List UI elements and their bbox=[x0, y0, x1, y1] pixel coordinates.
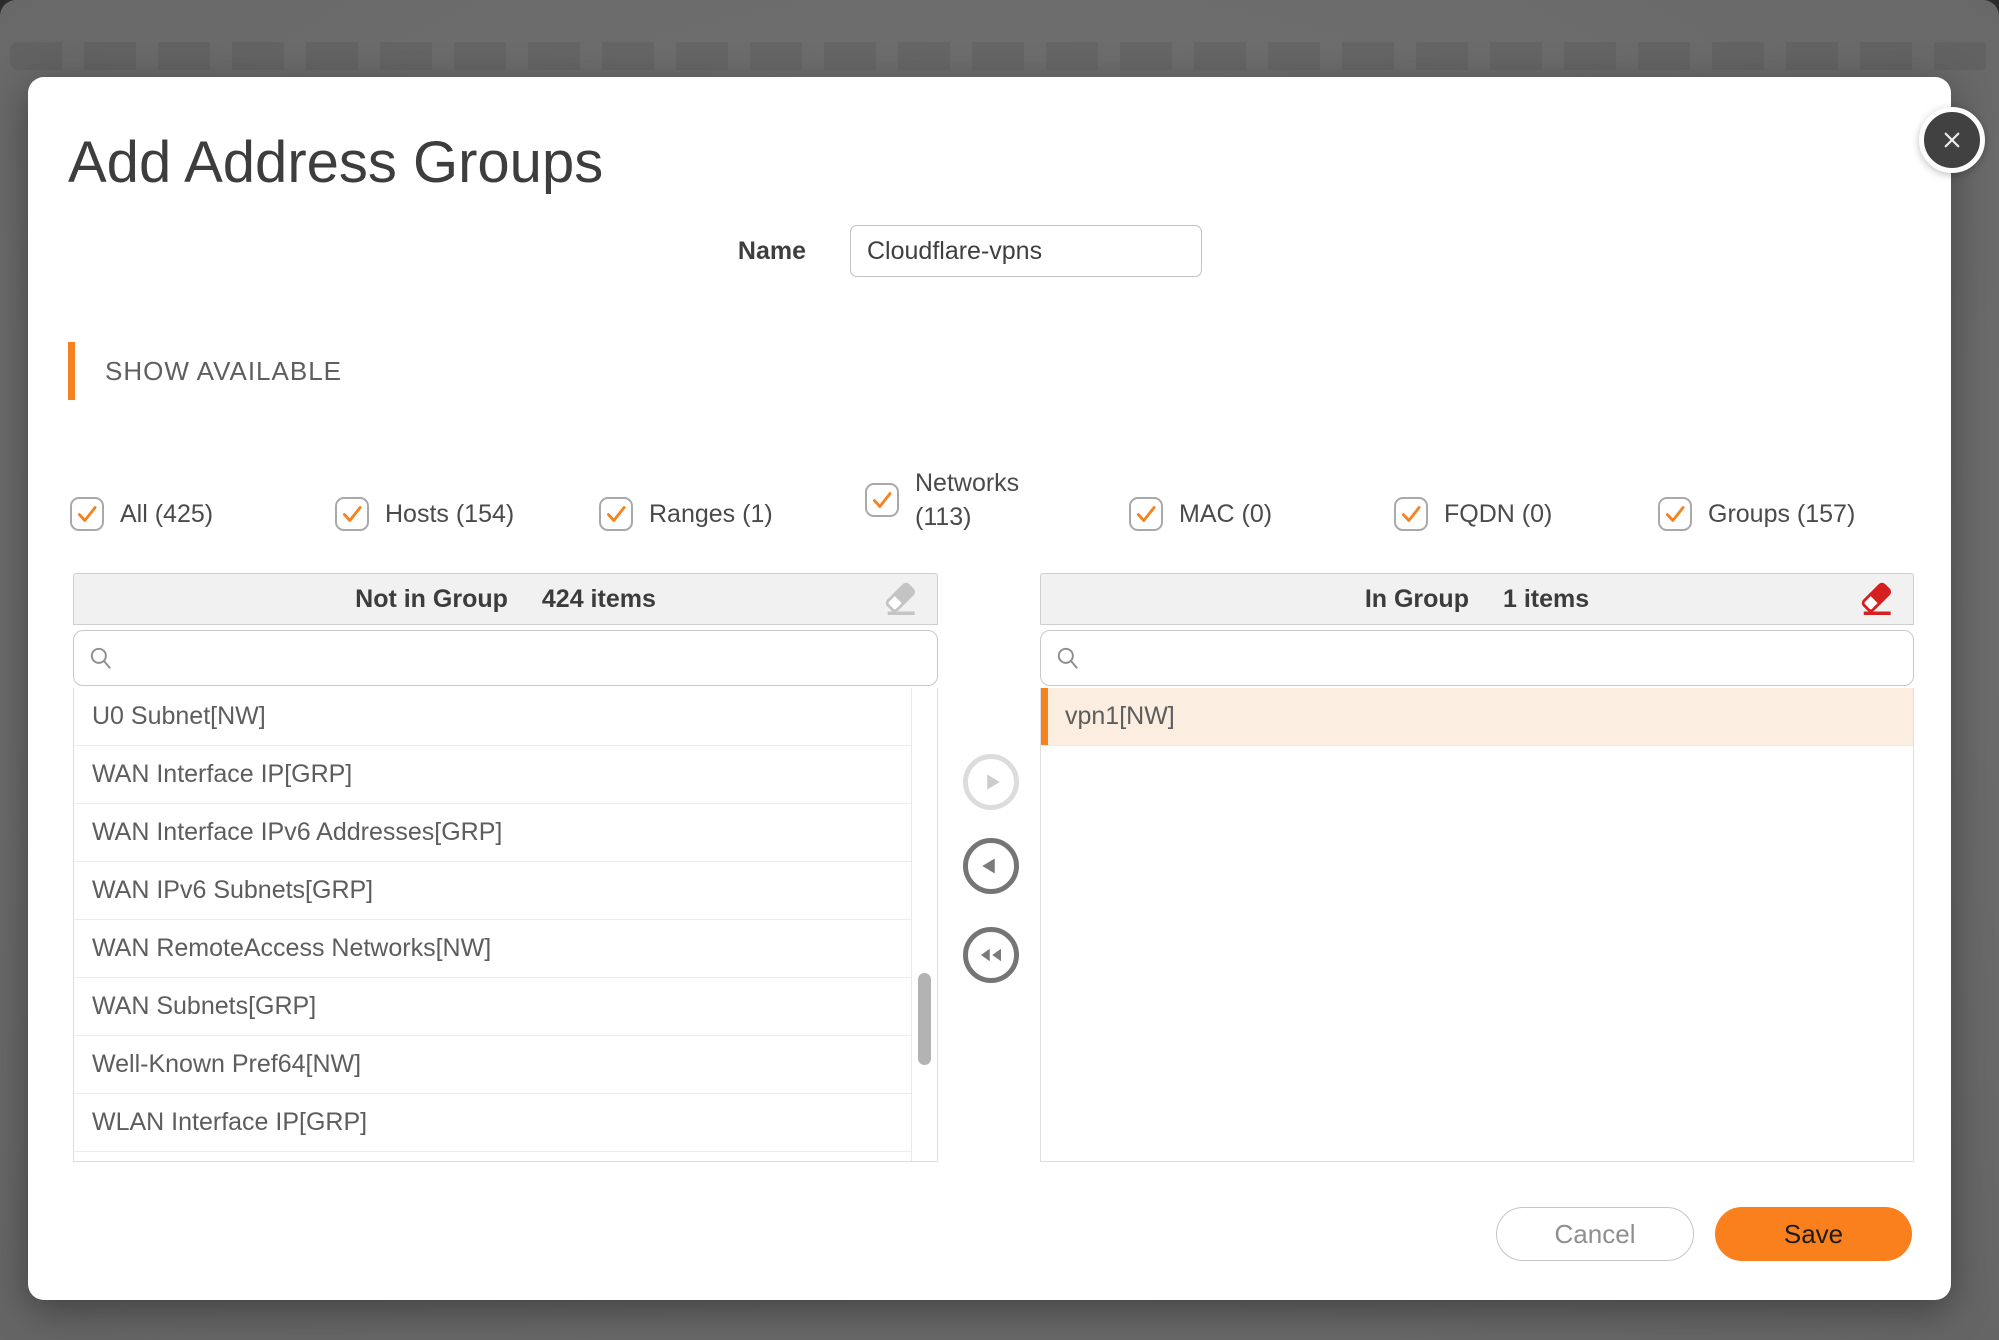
list-item-label: WAN RemoteAccess Networks[NW] bbox=[92, 934, 491, 963]
list-item-label: WAN Interface IP[GRP] bbox=[92, 760, 352, 789]
panel-item-count: 1 items bbox=[1503, 585, 1589, 614]
checkbox-checked-icon[interactable] bbox=[1658, 497, 1692, 531]
search-icon bbox=[88, 645, 114, 671]
list-item-label: vpn1[NW] bbox=[1065, 702, 1175, 731]
name-label: Name bbox=[706, 237, 806, 266]
in-group-search bbox=[1040, 630, 1914, 686]
in-group-item[interactable]: vpn1[NW] bbox=[1041, 688, 1913, 746]
cancel-button-label: Cancel bbox=[1555, 1219, 1636, 1250]
list-item[interactable]: WAN IPv6 Subnets[GRP] bbox=[74, 862, 911, 920]
move-left-button[interactable] bbox=[963, 838, 1019, 894]
filter-checkbox-item[interactable]: Groups (157) bbox=[1658, 452, 1855, 576]
move-all-left-button[interactable] bbox=[963, 927, 1019, 983]
filter-checkbox-item[interactable]: MAC (0) bbox=[1129, 452, 1272, 576]
filter-label: Groups (157) bbox=[1708, 500, 1855, 529]
filter-checkbox-item[interactable]: FQDN (0) bbox=[1394, 452, 1552, 576]
list-item-label: U0 Subnet[NW] bbox=[92, 702, 266, 731]
filter-label: Hosts (154) bbox=[385, 500, 514, 529]
list-item[interactable]: WAN Interface IPv6 Addresses[GRP] bbox=[74, 804, 911, 862]
save-button-label: Save bbox=[1784, 1219, 1843, 1250]
arrow-left-icon bbox=[976, 851, 1006, 881]
background-blur-artifact bbox=[10, 42, 1989, 70]
section-title: SHOW AVAILABLE bbox=[105, 356, 342, 387]
list-item-label: WAN Interface IPv6 Addresses[GRP] bbox=[92, 818, 502, 847]
checkbox-checked-icon[interactable] bbox=[865, 483, 899, 517]
not-in-group-search bbox=[73, 630, 938, 686]
list-item-label: WLAN Interface IP[GRP] bbox=[92, 1108, 367, 1137]
checkbox-checked-icon[interactable] bbox=[335, 497, 369, 531]
checkbox-checked-icon[interactable] bbox=[1394, 497, 1428, 531]
save-button[interactable]: Save bbox=[1715, 1207, 1912, 1261]
filter-label: All (425) bbox=[120, 500, 213, 529]
filter-checkbox-item[interactable]: Ranges (1) bbox=[599, 452, 773, 576]
filter-label: MAC (0) bbox=[1179, 500, 1272, 529]
filter-row: All (425) Hosts (154) bbox=[28, 452, 1951, 576]
not-in-group-list-body: U0 Subnet[NW] WAN Interface IP[GRP] WAN … bbox=[73, 688, 938, 1162]
filter-label: FQDN (0) bbox=[1444, 500, 1552, 529]
dialog-title: Add Address Groups bbox=[68, 129, 603, 196]
in-group-header: In Group 1 items bbox=[1040, 573, 1914, 625]
list-item-label: Well-Known Pref64[NW] bbox=[92, 1050, 361, 1079]
checkbox-checked-icon[interactable] bbox=[70, 497, 104, 531]
panel-title: Not in Group bbox=[355, 585, 508, 614]
double-arrow-left-icon bbox=[976, 940, 1006, 970]
filter-label: Ranges (1) bbox=[649, 500, 773, 529]
panel-item-count: 424 items bbox=[542, 585, 656, 614]
in-group-list: vpn1[NW] bbox=[1041, 688, 1913, 1161]
screen-background: Add Address Groups Name SHOW AVAILABLE A… bbox=[0, 0, 1999, 1340]
not-in-group-list: U0 Subnet[NW] WAN Interface IP[GRP] WAN … bbox=[74, 688, 912, 1161]
show-available-section: SHOW AVAILABLE bbox=[68, 342, 342, 400]
search-icon bbox=[1055, 645, 1081, 671]
checkbox-checked-icon[interactable] bbox=[1129, 497, 1163, 531]
list-item-label: WAN Subnets[GRP] bbox=[92, 992, 316, 1021]
filter-checkbox-item[interactable]: Hosts (154) bbox=[335, 452, 514, 576]
not-in-group-header: Not in Group 424 items bbox=[73, 573, 938, 625]
scrollbar-thumb[interactable] bbox=[918, 973, 931, 1065]
list-item[interactable]: WAN Subnets[GRP] bbox=[74, 978, 911, 1036]
filter-label: Networks (113) bbox=[915, 466, 1037, 534]
eraser-clear-icon[interactable] bbox=[883, 580, 921, 618]
in-group-search-input[interactable] bbox=[1081, 644, 1913, 672]
filter-checkbox-item[interactable]: Networks (113) bbox=[865, 438, 1037, 562]
cancel-button[interactable]: Cancel bbox=[1496, 1207, 1694, 1261]
close-icon bbox=[1937, 125, 1967, 155]
close-button[interactable] bbox=[1919, 107, 1985, 173]
in-group-panel: In Group 1 items bbox=[1040, 573, 1914, 1162]
list-item[interactable]: WAN Interface IP[GRP] bbox=[74, 746, 911, 804]
arrow-right-icon bbox=[976, 767, 1006, 797]
name-input[interactable] bbox=[850, 225, 1202, 277]
list-item[interactable]: Well-Known Pref64[NW] bbox=[74, 1036, 911, 1094]
panel-title: In Group bbox=[1365, 585, 1469, 614]
transfer-button-column bbox=[963, 754, 1019, 983]
list-item[interactable]: WLAN Interface IP[GRP] bbox=[74, 1094, 911, 1152]
checkbox-checked-icon[interactable] bbox=[599, 497, 633, 531]
not-in-group-panel: Not in Group 424 items bbox=[73, 573, 938, 1162]
list-item-label: WAN IPv6 Subnets[GRP] bbox=[92, 876, 373, 905]
move-right-button[interactable] bbox=[963, 754, 1019, 810]
list-item[interactable]: WAN RemoteAccess Networks[NW] bbox=[74, 920, 911, 978]
section-accent-bar bbox=[68, 342, 75, 400]
eraser-clear-all-icon[interactable] bbox=[1859, 580, 1897, 618]
filter-checkbox-item[interactable]: All (425) bbox=[70, 452, 213, 576]
list-item[interactable]: U0 Subnet[NW] bbox=[74, 688, 911, 746]
not-in-group-search-input[interactable] bbox=[114, 644, 937, 672]
in-group-list-body: vpn1[NW] bbox=[1040, 688, 1914, 1162]
add-address-groups-dialog: Add Address Groups Name SHOW AVAILABLE A… bbox=[28, 77, 1951, 1300]
